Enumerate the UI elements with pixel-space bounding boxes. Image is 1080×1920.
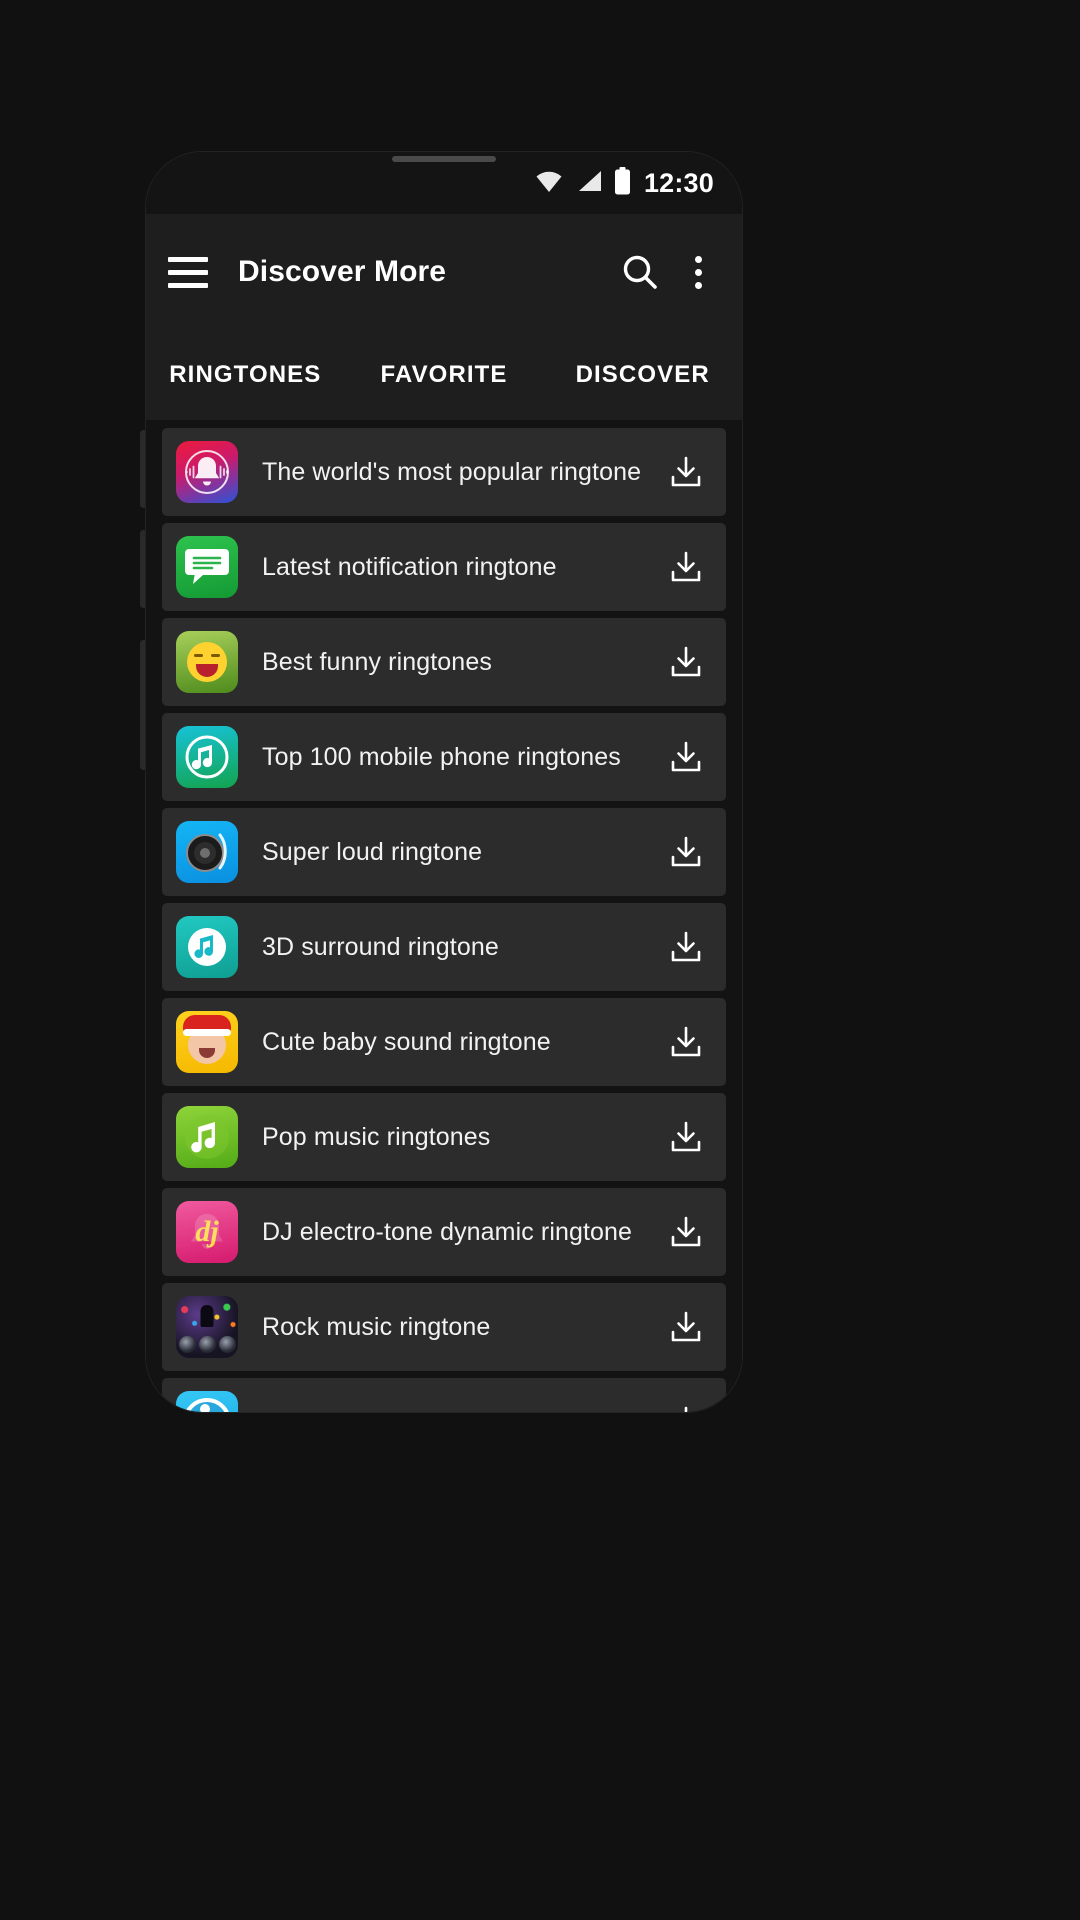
ringtone-item-title: Top 100 mobile phone ringtones [262, 742, 621, 771]
ringtone-list-item[interactable]: Movie music ringtone [162, 1378, 726, 1412]
ringtone-list-item[interactable]: The world's most popular ringtone [162, 428, 726, 516]
laughing-face-icon [176, 631, 238, 693]
ringtone-item-title: Latest notification ringtone [262, 552, 557, 581]
cellular-signal-icon [575, 169, 603, 198]
ringtone-item-title: The world's most popular ringtone [262, 457, 642, 486]
loudspeaker-icon [176, 821, 238, 883]
baby-santa-hat-icon [176, 1011, 238, 1073]
download-icon[interactable] [664, 1305, 708, 1349]
ringtone-list-item[interactable]: Pop music ringtones [162, 1093, 726, 1181]
ringtone-list-item[interactable]: Best funny ringtones [162, 618, 726, 706]
music-note-disc-icon [176, 916, 238, 978]
ringtone-category-list[interactable]: The world's most popular ringtone Latest… [146, 420, 742, 1412]
download-icon[interactable] [664, 830, 708, 874]
ringtone-list-item[interactable]: dj DJ electro-tone dynamic ringtone [162, 1188, 726, 1276]
download-icon[interactable] [664, 1400, 708, 1412]
double-music-note-icon [176, 1106, 238, 1168]
ringtone-list-item[interactable]: Latest notification ringtone [162, 523, 726, 611]
tab-ringtones[interactable]: RINGTONES [146, 361, 345, 389]
battery-icon [614, 166, 631, 200]
hamburger-menu-icon[interactable] [168, 249, 214, 295]
ringtone-item-title: Movie music ringtone [262, 1408, 664, 1413]
download-icon[interactable] [664, 735, 708, 779]
wifi-icon [534, 169, 564, 198]
ringtone-list-item[interactable]: Rock music ringtone [162, 1283, 726, 1371]
phone-screen: 12:30 Discover More RINGTONES FAVORITE D… [146, 152, 742, 1412]
download-icon[interactable] [664, 1210, 708, 1254]
ringtone-item-title: Super loud ringtone [262, 837, 483, 866]
download-icon[interactable] [664, 545, 708, 589]
page-title: Discover More [238, 255, 447, 288]
download-icon[interactable] [664, 925, 708, 969]
status-bar-icons [534, 166, 631, 200]
ringtone-item-title: Pop music ringtones [262, 1122, 491, 1151]
app-bar: Discover More [146, 214, 742, 330]
ringtone-item-title: Best funny ringtones [262, 647, 492, 676]
ringtone-list-item[interactable]: 3D surround ringtone [162, 903, 726, 991]
rock-concert-icon [176, 1296, 238, 1358]
status-bar-clock: 12:30 [643, 167, 714, 198]
tab-discover[interactable]: DISCOVER [543, 361, 742, 389]
download-icon[interactable] [664, 1020, 708, 1064]
download-icon[interactable] [664, 640, 708, 684]
ringtone-list-item[interactable]: Top 100 mobile phone ringtones [162, 713, 726, 801]
music-note-circle-icon [176, 726, 238, 788]
phone-device-frame: 12:30 Discover More RINGTONES FAVORITE D… [146, 152, 742, 1412]
message-bubble-icon [176, 536, 238, 598]
ringtone-list-item[interactable]: Super loud ringtone [162, 808, 726, 896]
search-icon[interactable] [614, 246, 666, 298]
ringtone-item-title: 3D surround ringtone [262, 932, 499, 961]
overflow-menu-icon[interactable] [678, 246, 718, 298]
tab-bar: RINGTONES FAVORITE DISCOVER [146, 330, 742, 420]
ringtone-list-item[interactable]: Cute baby sound ringtone [162, 998, 726, 1086]
ringtone-item-title: DJ electro-tone dynamic ringtone [262, 1217, 633, 1246]
bell-waveform-icon [176, 441, 238, 503]
film-reel-icon [176, 1391, 238, 1412]
ringtone-item-title: Rock music ringtone [262, 1312, 491, 1341]
earpiece-speaker [392, 156, 496, 162]
download-icon[interactable] [664, 450, 708, 494]
download-icon[interactable] [664, 1115, 708, 1159]
tab-favorite[interactable]: FAVORITE [345, 361, 544, 389]
dj-bell-icon: dj [176, 1201, 238, 1263]
ringtone-item-title: Cute baby sound ringtone [262, 1027, 551, 1056]
